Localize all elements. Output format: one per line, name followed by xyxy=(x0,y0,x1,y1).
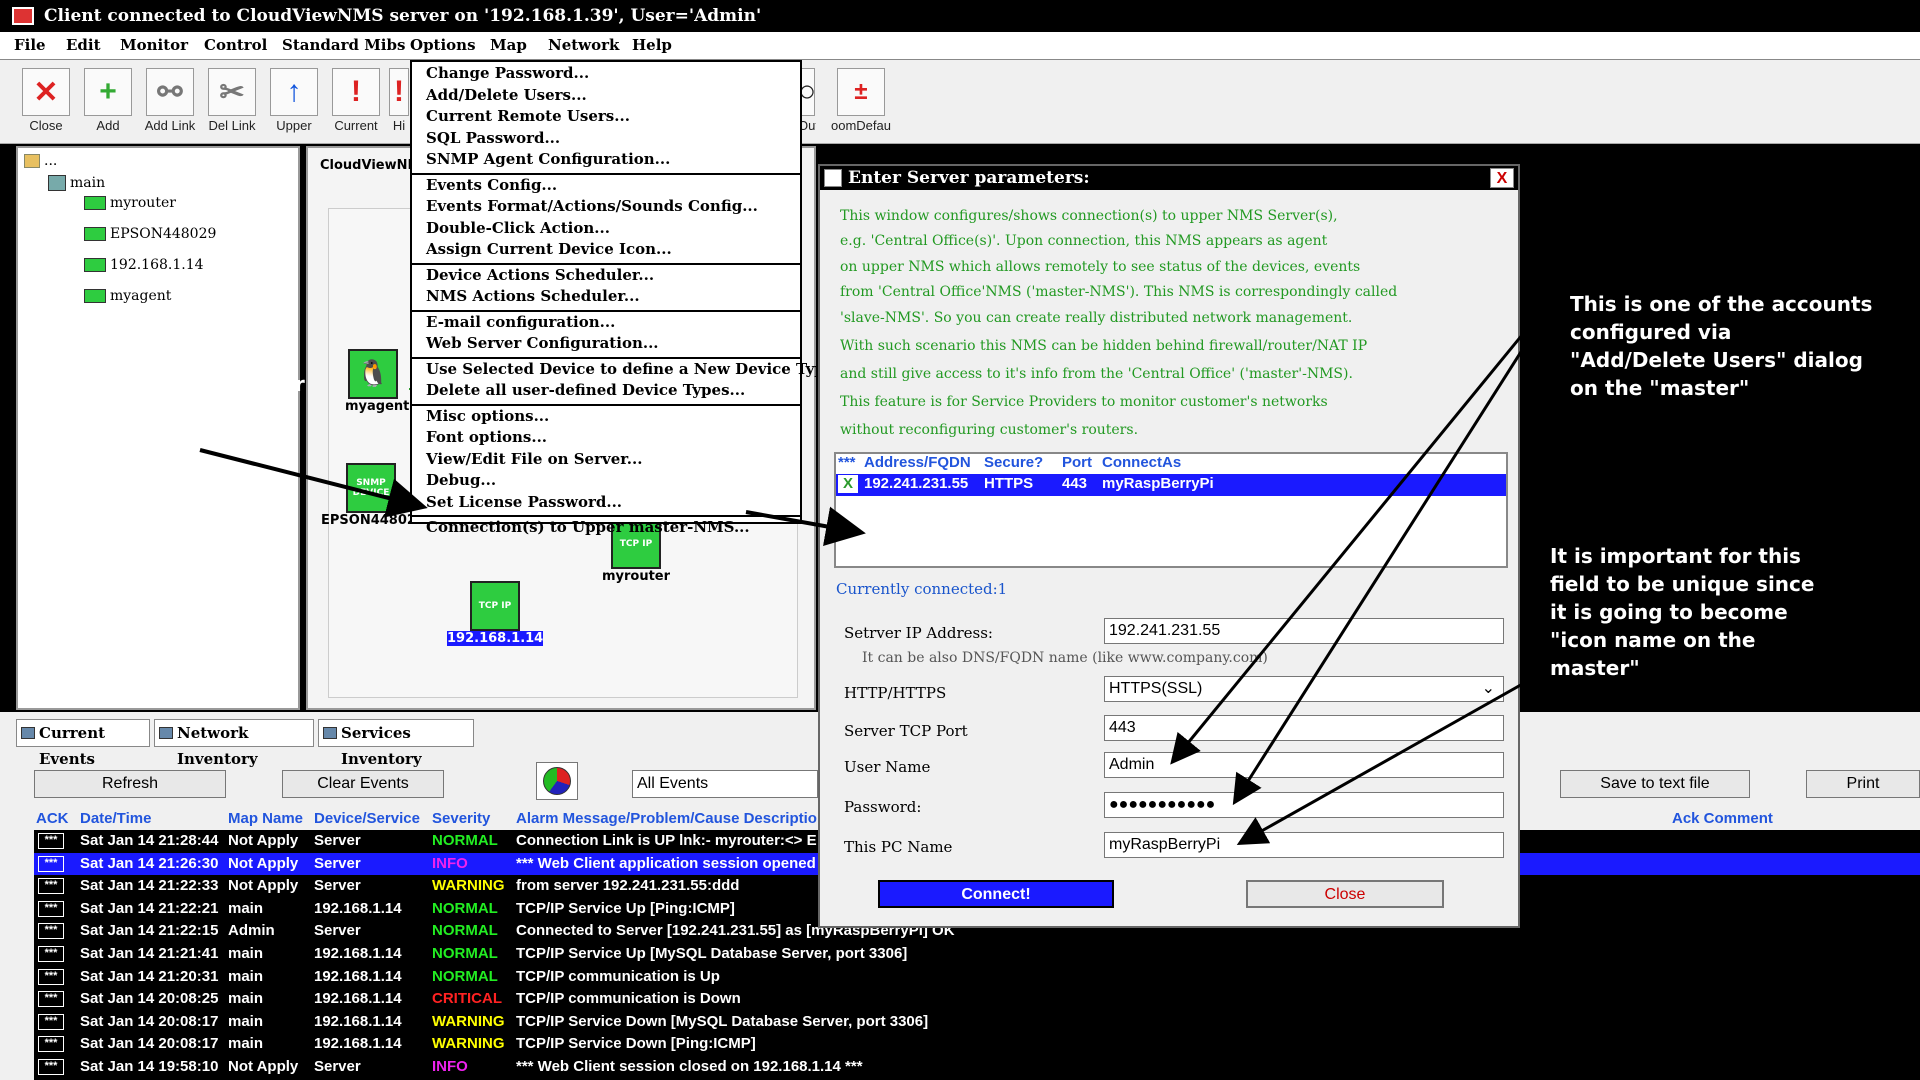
annotation-arrows xyxy=(199,317,1559,845)
annotation-line: master" xyxy=(1550,656,1640,680)
annotation-line: This is one of the accounts xyxy=(1570,292,1873,316)
annotation-line: field to be unique since xyxy=(1550,572,1815,596)
annotation-line: It is important for this xyxy=(1550,544,1801,568)
arrow-to-password xyxy=(1232,321,1542,806)
annotation-line: the "slave" NMS server xyxy=(44,372,305,396)
annotation-line: "Add/Delete Users" dialog xyxy=(1570,348,1863,372)
annotation-line: Use this menu item on xyxy=(44,344,298,368)
annotation-line: "master" NMS server xyxy=(44,428,281,452)
annotation-line: "icon name on the xyxy=(1550,628,1756,652)
annotation-line: it is going to become xyxy=(1550,600,1788,624)
annotation-line: to "talk back" to the xyxy=(44,400,273,424)
arrow-to-user-name xyxy=(1170,317,1538,765)
annotation-line: on the "master" xyxy=(1570,376,1750,400)
arrow-to-dialog xyxy=(745,506,866,547)
annotation-line: configured via xyxy=(1570,320,1732,344)
arrow-to-menu-item xyxy=(199,448,428,518)
arrow-to-pc-name xyxy=(1236,662,1559,845)
